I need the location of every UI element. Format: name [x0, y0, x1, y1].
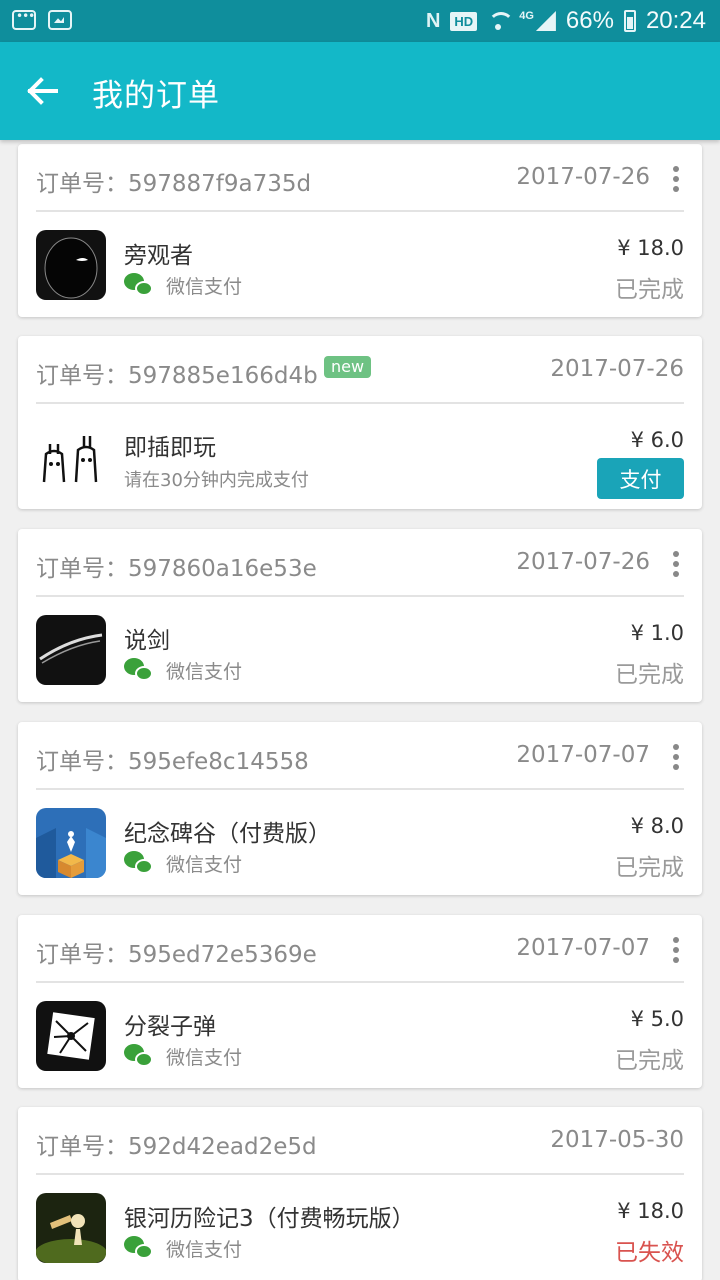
- order-card-body: 说剑 微信支付 ¥ 1.0 已完成: [36, 599, 684, 705]
- image-notification-icon: [48, 10, 72, 30]
- payment-method: 微信支付: [124, 657, 242, 684]
- back-button[interactable]: [20, 68, 66, 114]
- order-card-header: 订单号：597885e166d4b new 2017-07-26: [36, 336, 684, 404]
- order-number: 订单号：597885e166d4b: [36, 363, 318, 389]
- order-date: 2017-07-26: [550, 356, 684, 382]
- app-icon-plug-and-play: [36, 422, 106, 492]
- app-name: 说剑: [124, 628, 170, 654]
- app-name: 旁观者: [124, 243, 193, 269]
- order-card-body: 即插即玩 请在30分钟内完成支付 ¥ 6.0 支付: [36, 406, 684, 512]
- app-toolbar: 我的订单: [0, 42, 720, 140]
- wifi-icon: [487, 12, 515, 30]
- hd-voice-icon: HD: [450, 11, 478, 31]
- payment-label: 微信支付: [166, 276, 243, 298]
- order-number: 订单号：595ed72e5369e: [36, 942, 317, 968]
- more-options-icon[interactable]: [672, 937, 680, 963]
- order-price: ¥ 18.0: [617, 236, 684, 260]
- order-price: ¥ 1.0: [630, 621, 684, 645]
- app-name: 纪念碑谷（付费版）: [124, 821, 331, 847]
- order-price: ¥ 6.0: [630, 428, 684, 452]
- order-card[interactable]: 订单号：597887f9a735d 2017-07-26 旁观者 微信支付 ¥ …: [18, 144, 702, 317]
- order-card-header: 订单号：595efe8c14558 2017-07-07: [36, 722, 684, 790]
- app-name: 分裂子弹: [124, 1014, 216, 1040]
- pay-button[interactable]: 支付: [597, 458, 684, 499]
- battery-percent: 66%: [565, 7, 614, 34]
- order-card[interactable]: 订单号：597860a16e53e 2017-07-26 说剑 微信支付 ¥ 1…: [18, 529, 702, 702]
- order-card-body: 纪念碑谷（付费版） 微信支付 ¥ 8.0 已完成: [36, 792, 684, 898]
- wechat-pay-icon: [124, 1235, 154, 1262]
- order-date: 2017-05-30: [550, 1127, 684, 1153]
- nfc-icon: N: [425, 9, 441, 32]
- order-number: 订单号：597887f9a735d: [36, 171, 312, 197]
- message-notification-icon: [12, 9, 36, 30]
- app-name: 银河历险记3（付费畅玩版）: [124, 1206, 415, 1232]
- payment-method: 微信支付: [124, 272, 242, 299]
- wechat-pay-icon: [124, 1043, 154, 1070]
- payment-label: 微信支付: [166, 661, 243, 683]
- page-title: 我的订单: [92, 78, 220, 114]
- more-options-icon[interactable]: [672, 744, 680, 770]
- order-status: 已完成: [615, 855, 684, 881]
- order-status: 已完成: [615, 1048, 684, 1074]
- order-card-header: 订单号：597887f9a735d 2017-07-26: [36, 144, 684, 212]
- order-card[interactable]: 订单号：597885e166d4b new 2017-07-26 即插即玩 请在…: [18, 336, 702, 509]
- signal-icon: [535, 11, 556, 31]
- wechat-pay-icon: [124, 850, 154, 877]
- order-status: 已完成: [615, 662, 684, 688]
- order-date: 2017-07-26: [516, 164, 650, 190]
- status-bar: N HD 4G 66% 20:24: [0, 0, 720, 42]
- order-card-header: 订单号：595ed72e5369e 2017-07-07: [36, 915, 684, 983]
- battery-icon: [623, 10, 636, 32]
- order-price: ¥ 5.0: [630, 1007, 684, 1031]
- order-card-body: 分裂子弹 微信支付 ¥ 5.0 已完成: [36, 985, 684, 1091]
- app-icon-shuojian: [36, 615, 106, 685]
- order-number: 订单号：597860a16e53e: [36, 556, 317, 582]
- order-card[interactable]: 订单号：592d42ead2e5d 2017-05-30 银河历险记3（付费畅玩…: [18, 1107, 702, 1280]
- order-card[interactable]: 订单号：595efe8c14558 2017-07-07 纪念碑谷（付费版） 微…: [18, 722, 702, 895]
- order-date: 2017-07-07: [516, 742, 650, 768]
- payment-method: 微信支付: [124, 1043, 242, 1070]
- app-icon-monument-valley: [36, 808, 106, 878]
- order-card-body: 银河历险记3（付费畅玩版） 微信支付 ¥ 18.0 已失效: [36, 1177, 684, 1280]
- app-icon-split-bullet: [36, 1001, 106, 1071]
- order-status: 已完成: [615, 277, 684, 303]
- payment-deadline-hint: 请在30分钟内完成支付: [124, 470, 309, 491]
- payment-method: 微信支付: [124, 1235, 242, 1262]
- order-number: 订单号：595efe8c14558: [36, 749, 309, 775]
- order-status: 已失效: [615, 1240, 684, 1266]
- order-price: ¥ 8.0: [630, 814, 684, 838]
- wechat-pay-icon: [124, 272, 154, 299]
- wechat-pay-icon: [124, 657, 154, 684]
- app-icon-botanicula: [36, 1193, 106, 1263]
- order-list[interactable]: 订单号：597887f9a735d 2017-07-26 旁观者 微信支付 ¥ …: [0, 140, 720, 1280]
- order-card-header: 订单号：592d42ead2e5d 2017-05-30: [36, 1107, 684, 1175]
- new-badge: new: [324, 356, 372, 378]
- payment-label: 微信支付: [166, 1239, 243, 1261]
- order-card[interactable]: 订单号：595ed72e5369e 2017-07-07 分裂子弹 微信支付 ¥…: [18, 915, 702, 1088]
- order-card-header: 订单号：597860a16e53e 2017-07-26: [36, 529, 684, 597]
- order-date: 2017-07-07: [516, 935, 650, 961]
- payment-label: 微信支付: [166, 1047, 243, 1069]
- back-arrow-icon: [27, 77, 58, 105]
- network-type-label: 4G: [519, 10, 534, 22]
- order-date: 2017-07-26: [516, 549, 650, 575]
- clock: 20:24: [645, 7, 706, 34]
- payment-method: 微信支付: [124, 850, 242, 877]
- more-options-icon[interactable]: [672, 551, 680, 577]
- app-name: 即插即玩: [124, 435, 216, 461]
- order-number: 订单号：592d42ead2e5d: [36, 1134, 317, 1160]
- order-price: ¥ 18.0: [617, 1199, 684, 1223]
- app-icon-bystander: [36, 230, 106, 300]
- payment-label: 微信支付: [166, 854, 243, 876]
- order-card-body: 旁观者 微信支付 ¥ 18.0 已完成: [36, 214, 684, 320]
- more-options-icon[interactable]: [672, 166, 680, 192]
